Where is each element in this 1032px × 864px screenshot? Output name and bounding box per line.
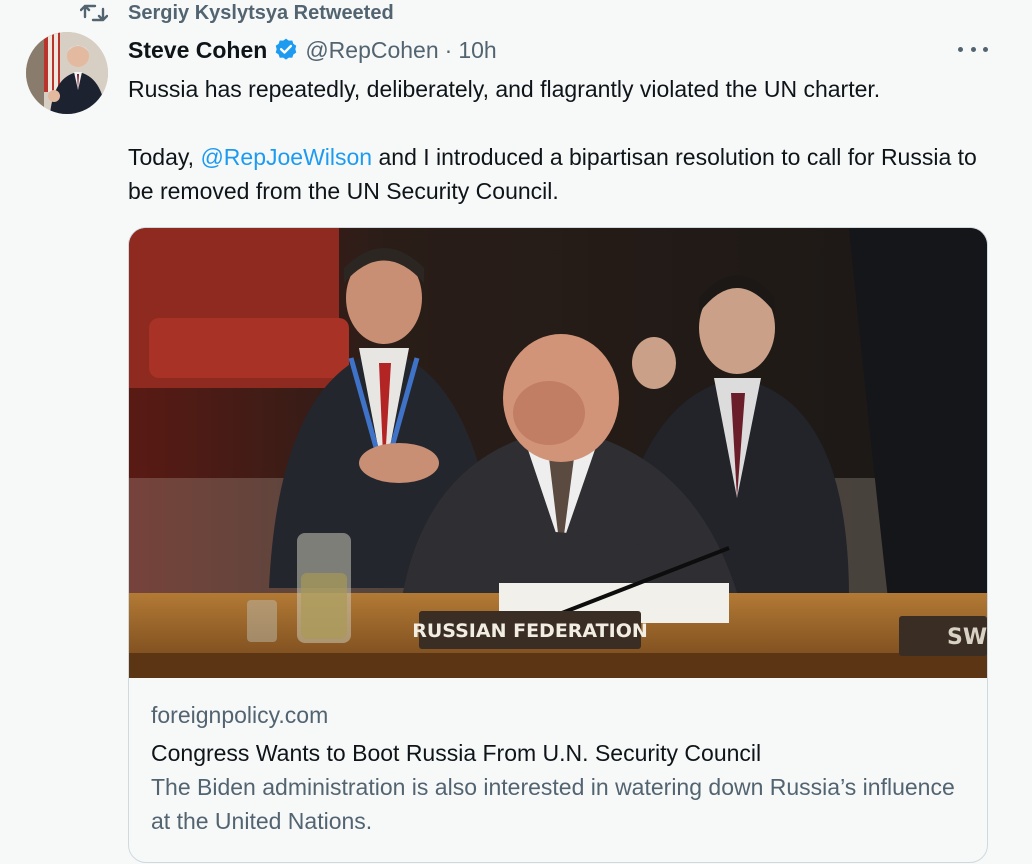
dot-icon (970, 46, 976, 52)
card-title: Congress Wants to Boot Russia From U.N. … (151, 740, 762, 766)
placard-text-right: SW (947, 625, 987, 650)
tweet-text: Russia has repeatedly, deliberately, and… (128, 72, 1008, 208)
avatar[interactable] (26, 32, 108, 114)
tweet-timestamp[interactable]: 10h (458, 37, 496, 64)
card-body: foreignpolicy.com Congress Wants to Boot… (129, 678, 987, 838)
author-name[interactable]: Steve Cohen (128, 37, 267, 64)
author-handle[interactable]: @RepCohen (305, 37, 438, 64)
avatar-photo (26, 32, 108, 114)
tweet-paragraph-2: Today, @RepJoeWilson and I introduced a … (128, 140, 1008, 208)
tweet-text-segment: Today, (128, 144, 201, 170)
card-image: RUSSIAN FEDERATION SW (129, 228, 987, 678)
mention-link[interactable]: @RepJoeWilson (200, 144, 372, 170)
dot-icon (958, 46, 963, 52)
separator-dot: · (444, 36, 453, 63)
retweet-icon (80, 4, 108, 22)
tweet-header: Steve Cohen @RepCohen · 10h (128, 34, 497, 66)
placard-text: RUSSIAN FEDERATION (412, 620, 648, 642)
card-description: The Biden administration is also interes… (151, 774, 955, 834)
verified-badge-icon (276, 38, 297, 60)
more-options-icon[interactable] (958, 38, 988, 60)
retweet-label: Sergiy Kyslytsya Retweeted (128, 1, 394, 24)
card-domain: foreignpolicy.com (151, 702, 329, 728)
tweet-paragraph-1: Russia has repeatedly, deliberately, and… (128, 76, 881, 102)
retweet-indicator[interactable]: Sergiy Kyslytsya Retweeted (80, 0, 394, 26)
link-card[interactable]: RUSSIAN FEDERATION SW foreignpolicy.com … (128, 227, 988, 863)
dot-icon (983, 46, 988, 52)
